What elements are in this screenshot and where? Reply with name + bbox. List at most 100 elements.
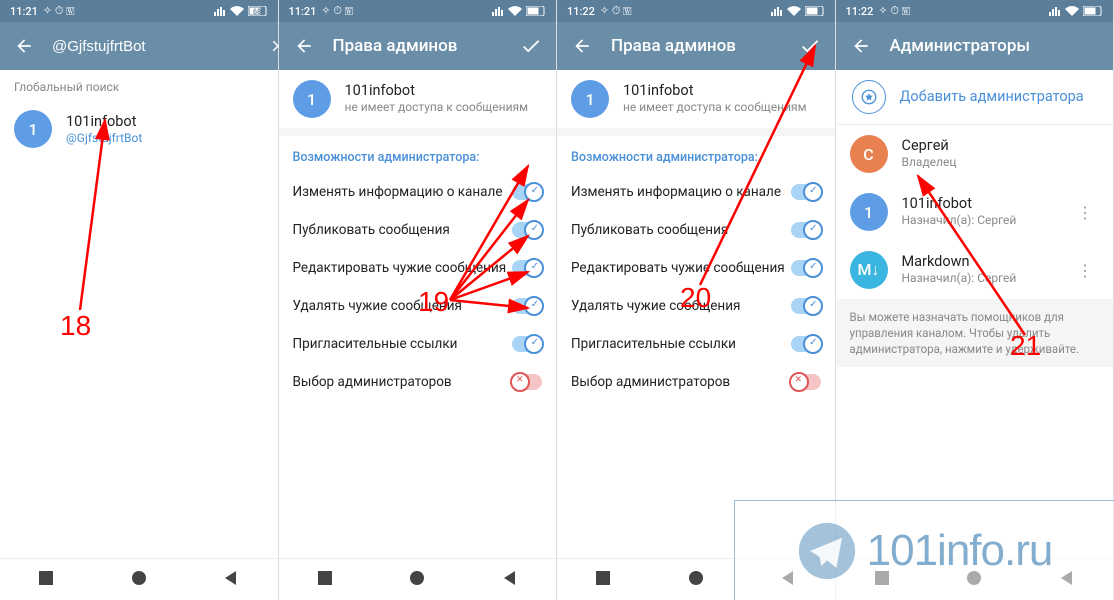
admin-row[interactable]: M↓ MarkdownНазначил(а): Сергей ⋮ <box>836 241 1114 299</box>
admin-sub: Владелец <box>902 155 1100 171</box>
avatar: С <box>850 135 888 173</box>
status-bar: 11:21✧ ⏱ 🅆 68 <box>0 0 278 22</box>
bot-info: 1 101infobot не имеет доступа к сообщени… <box>557 70 835 128</box>
status-icons-left: ✧ ⏱ 🅆 <box>321 4 353 18</box>
permission-row[interactable]: Изменять информацию о канале <box>557 173 835 211</box>
permissions-section: Возможности администратора: <box>279 136 557 173</box>
permission-label: Изменять информацию о канале <box>571 184 781 200</box>
permission-row[interactable]: Публиковать сообщения <box>557 211 835 249</box>
header-title: Права админов <box>611 36 781 56</box>
bot-info: 1 101infobot не имеет доступа к сообщени… <box>279 70 557 128</box>
svg-text:68: 68 <box>253 8 261 16</box>
permission-row[interactable]: Пригласительные ссылки <box>557 325 835 363</box>
permission-toggle[interactable] <box>791 222 821 238</box>
admin-rights-header: Права админов <box>557 22 835 70</box>
add-admin-icon <box>852 80 886 114</box>
header-title: Администраторы <box>890 36 1100 56</box>
nav-back-icon[interactable] <box>1058 569 1076 591</box>
permission-row[interactable]: Выбор администраторов <box>557 363 835 401</box>
permission-toggle[interactable] <box>791 260 821 276</box>
search-input[interactable] <box>52 38 251 55</box>
permission-toggle[interactable] <box>512 260 542 276</box>
phone-screen-1: 11:21✧ ⏱ 🅆 68 Глобальный поиск 1 101info… <box>0 0 279 600</box>
permission-row[interactable]: Удалять чужие сообщения <box>279 287 557 325</box>
permission-label: Изменять информацию о канале <box>293 184 503 200</box>
status-bar: 11:22✧ ⏱ 🅆 <box>836 0 1114 22</box>
avatar: 1 <box>850 193 888 231</box>
nav-home-icon[interactable] <box>965 569 983 591</box>
permission-toggle[interactable] <box>512 298 542 314</box>
android-nav <box>279 558 557 600</box>
permission-row[interactable]: Редактировать чужие сообщения <box>557 249 835 287</box>
confirm-icon[interactable] <box>520 35 542 57</box>
status-time: 11:21 <box>289 5 317 18</box>
permission-label: Удалять чужие сообщения <box>571 298 740 314</box>
status-bar: 11:21 ✧ ⏱ 🅆 <box>279 0 557 22</box>
permission-label: Публиковать сообщения <box>571 222 728 238</box>
result-title: 101infobot <box>66 113 264 131</box>
nav-recent-icon[interactable] <box>873 569 891 591</box>
status-time: 11:21 <box>10 5 38 18</box>
permission-toggle[interactable] <box>512 222 542 238</box>
bot-title: 101infobot <box>345 82 543 100</box>
back-icon[interactable] <box>850 35 872 57</box>
more-icon[interactable]: ⋮ <box>1071 203 1099 222</box>
permission-row[interactable]: Публиковать сообщения <box>279 211 557 249</box>
permission-toggle[interactable] <box>791 298 821 314</box>
status-icons-right <box>771 6 825 16</box>
more-icon[interactable]: ⋮ <box>1071 261 1099 280</box>
permission-toggle[interactable] <box>512 336 542 352</box>
back-icon[interactable] <box>293 35 315 57</box>
avatar: 1 <box>14 110 52 148</box>
nav-home-icon[interactable] <box>130 569 148 591</box>
nav-recent-icon[interactable] <box>316 569 334 591</box>
phone-screen-4: 11:22✧ ⏱ 🅆 Администраторы Добавить админ… <box>836 0 1114 600</box>
nav-back-icon[interactable] <box>222 569 240 591</box>
status-icons-right <box>1049 6 1103 16</box>
search-header <box>0 22 278 70</box>
nav-recent-icon[interactable] <box>594 569 612 591</box>
phone-screen-2: 11:21 ✧ ⏱ 🅆 Права админов 1 101infobot не… <box>279 0 558 600</box>
avatar: M↓ <box>850 251 888 289</box>
nav-recent-icon[interactable] <box>37 569 55 591</box>
status-time: 11:22 <box>567 5 595 18</box>
admin-sub: Назначил(а): Сергей <box>902 271 1058 287</box>
permission-label: Пригласительные ссылки <box>571 336 736 352</box>
add-admin-button[interactable]: Добавить администратора <box>836 70 1114 124</box>
admin-row[interactable]: 1101infobotНазначил(а): Сергей⋮ <box>836 183 1114 241</box>
permission-toggle[interactable] <box>791 184 821 200</box>
add-admin-label: Добавить администратора <box>900 88 1100 106</box>
permission-row[interactable]: Изменять информацию о канале <box>279 173 557 211</box>
android-nav <box>557 558 835 600</box>
administrators-header: Администраторы <box>836 22 1114 70</box>
nav-back-icon[interactable] <box>501 569 519 591</box>
phone-screen-3: 11:22✧ ⏱ 🅆 Права админов 1 101infobot не… <box>557 0 836 600</box>
permission-toggle[interactable] <box>791 336 821 352</box>
permission-toggle[interactable] <box>512 184 542 200</box>
permission-row[interactable]: Выбор администраторов <box>279 363 557 401</box>
nav-back-icon[interactable] <box>779 569 797 591</box>
permission-label: Публиковать сообщения <box>293 222 450 238</box>
permission-toggle[interactable] <box>791 374 821 390</box>
back-icon[interactable] <box>571 35 593 57</box>
permission-label: Редактировать чужие сообщения <box>571 260 785 276</box>
admin-name: Markdown <box>902 253 1058 271</box>
permission-row[interactable]: Пригласительные ссылки <box>279 325 557 363</box>
admin-rights-header: Права админов <box>279 22 557 70</box>
bot-access: не имеет доступа к сообщениям <box>623 100 821 116</box>
admin-row[interactable]: С СергейВладелец <box>836 125 1114 183</box>
back-icon[interactable] <box>14 35 34 57</box>
avatar: 1 <box>571 80 609 118</box>
permission-label: Выбор администраторов <box>293 374 452 390</box>
permission-row[interactable]: Редактировать чужие сообщения <box>279 249 557 287</box>
nav-home-icon[interactable] <box>408 569 426 591</box>
permission-row[interactable]: Удалять чужие сообщения <box>557 287 835 325</box>
admin-name: Сергей <box>902 137 1100 155</box>
confirm-icon[interactable] <box>799 35 821 57</box>
nav-home-icon[interactable] <box>687 569 705 591</box>
search-result-item[interactable]: 1 101infobot @GjfstujfrtBot <box>0 100 278 158</box>
status-icons-right: 68 <box>214 6 268 16</box>
permission-toggle[interactable] <box>512 374 542 390</box>
bot-access: не имеет доступа к сообщениям <box>345 100 543 116</box>
header-title: Права админов <box>333 36 503 56</box>
